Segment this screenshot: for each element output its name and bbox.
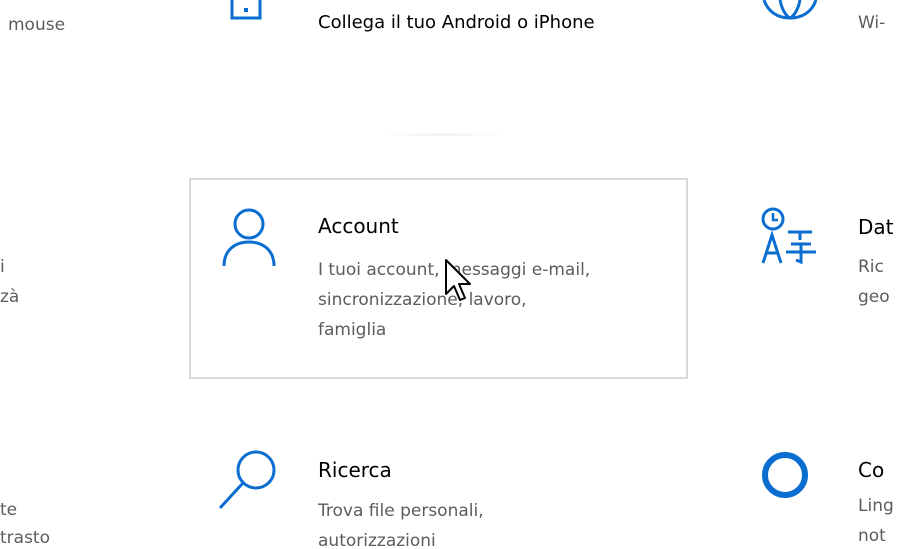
time-language-icon: [760, 206, 822, 268]
left-tile-fragment-line2: zà: [0, 287, 20, 307]
tile-search-title: Ricerca: [318, 458, 392, 482]
tile-account-title: Account: [318, 214, 399, 238]
tile-account-desc-line2: sincronizzazione, lavoro,: [318, 290, 527, 310]
search-icon: [218, 448, 278, 510]
tile-time-desc-line2: geo: [858, 287, 890, 307]
globe-icon: [762, 0, 820, 20]
tile-time-title-fragment[interactable]: Dat: [858, 215, 894, 239]
tile-search-desc-line1: Trova file personali,: [318, 501, 484, 521]
mouse-cursor-icon: [444, 258, 472, 304]
left-tile-fragment-mouse[interactable]: mouse: [8, 15, 65, 35]
left-tile-fragment-line4: trasto: [0, 528, 50, 548]
cortana-icon: [760, 450, 810, 500]
tile-cortana-desc-line2: not: [858, 526, 886, 546]
tile-cortana-title-fragment[interactable]: Co: [858, 458, 884, 482]
left-tile-fragment-line3: te: [0, 500, 18, 520]
tile-search-desc-line2: autorizzazioni: [318, 531, 436, 549]
tile-network-title-fragment[interactable]: Wi-: [858, 13, 885, 33]
tile-time-desc-line1: Ric: [858, 257, 884, 277]
tile-account[interactable]: Account I tuoi account, messaggi e-mail,…: [189, 178, 688, 379]
left-tile-fragment-line1: i: [0, 257, 5, 277]
faint-divider: [380, 133, 505, 136]
settings-home-page: mouse i zà te trasto Collega il tuo Andr…: [0, 0, 898, 549]
person-icon: [221, 206, 277, 268]
tile-search[interactable]: Ricerca Trova file personali, autorizzaz…: [190, 430, 688, 549]
tile-phone[interactable]: Collega il tuo Android o iPhone: [190, 0, 688, 70]
tile-phone-title: Collega il tuo Android o iPhone: [318, 12, 595, 33]
tile-account-desc-line3: famiglia: [318, 320, 387, 340]
tile-cortana-desc-line1: Ling: [858, 496, 894, 516]
phone-icon: [228, 0, 268, 24]
